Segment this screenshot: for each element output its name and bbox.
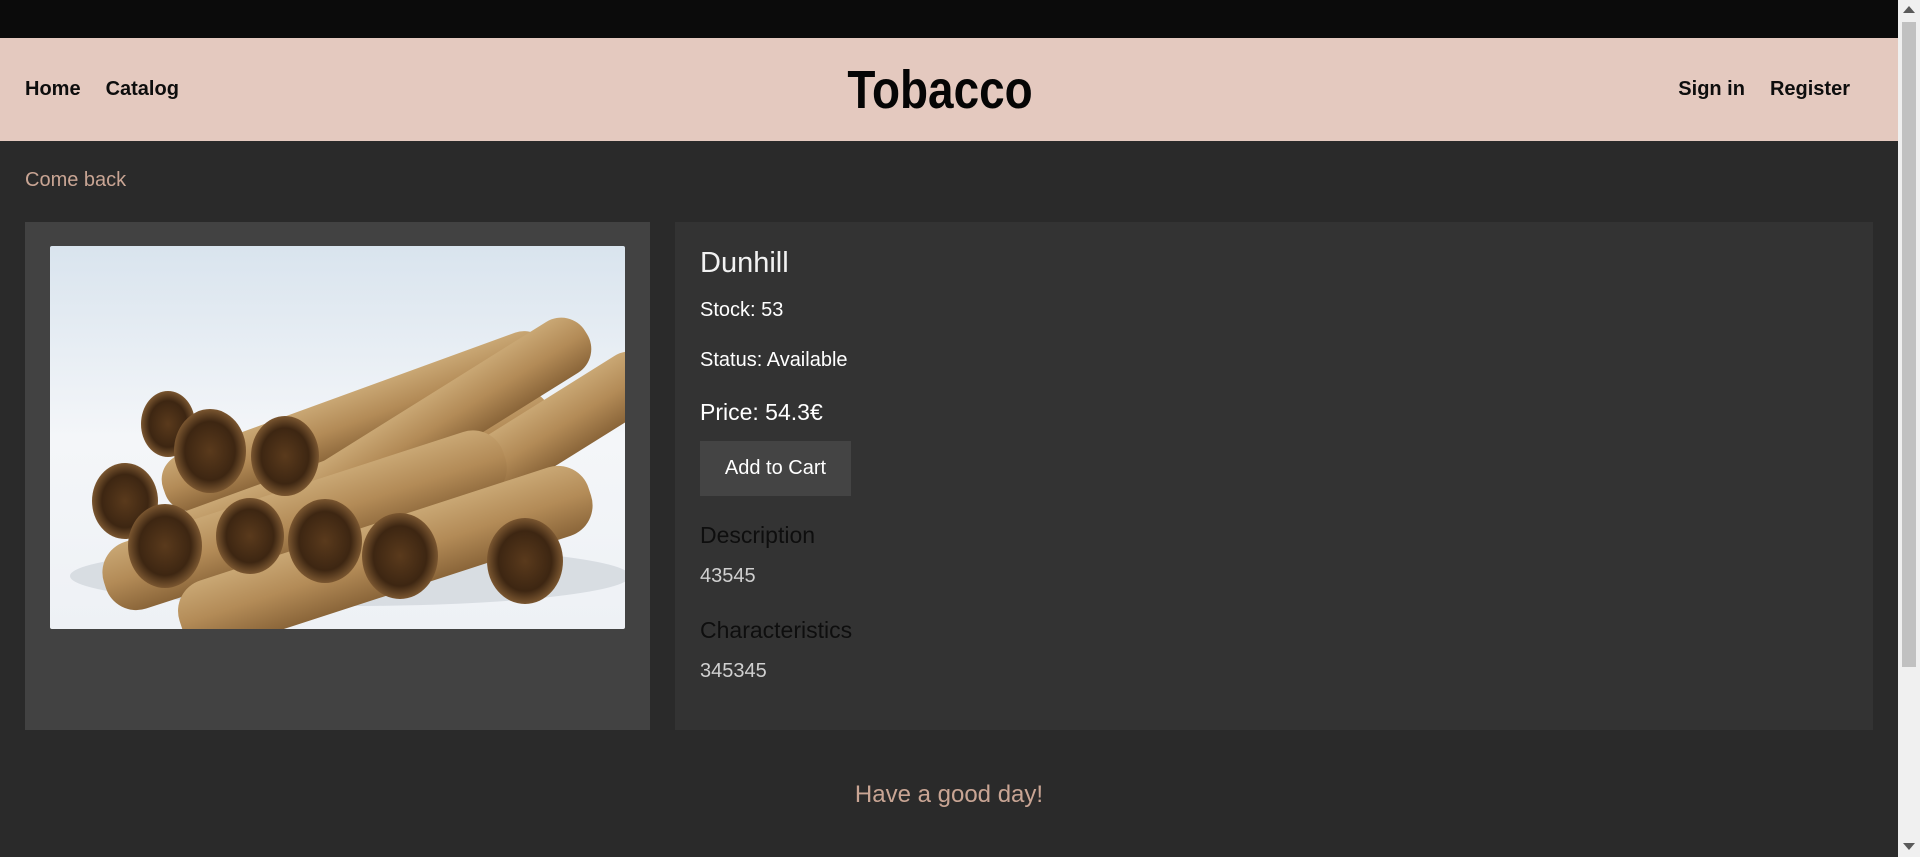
product-info-card: Dunhill Stock: 53 Status: Available Pric…: [675, 222, 1873, 730]
scroll-thumb[interactable]: [1902, 22, 1916, 667]
sign-in-link[interactable]: Sign in: [1678, 78, 1745, 101]
add-to-cart-button[interactable]: Add to Cart: [700, 441, 851, 496]
site-header: Home Catalog Tobacco Sign in Register: [0, 38, 1898, 141]
characteristics-heading: Characteristics: [700, 617, 853, 643]
characteristics-value: 345345: [700, 660, 767, 682]
product-image-card: [25, 222, 650, 730]
product-image: [50, 246, 625, 629]
product-price: Price: 54.3€: [700, 399, 823, 425]
product-status: Status: Available: [700, 349, 848, 371]
scroll-down-arrow-icon[interactable]: [1903, 843, 1915, 850]
product-stock: Stock: 53: [700, 299, 784, 321]
description-heading: Description: [700, 522, 816, 548]
nav-right: Sign in Register: [1678, 38, 1850, 141]
come-back-link[interactable]: Come back: [25, 169, 126, 192]
scroll-up-arrow-icon[interactable]: [1903, 6, 1915, 13]
register-link[interactable]: Register: [1770, 78, 1850, 101]
product-title: Dunhill: [700, 247, 789, 279]
description-value: 43545: [700, 565, 756, 587]
brand-logo[interactable]: Tobacco: [141, 38, 1739, 141]
footer-message: Have a good day!: [854, 781, 1044, 808]
vertical-scrollbar[interactable]: [1898, 0, 1920, 857]
nav-home-link[interactable]: Home: [25, 78, 81, 101]
browser-top-bar: [0, 0, 1898, 38]
